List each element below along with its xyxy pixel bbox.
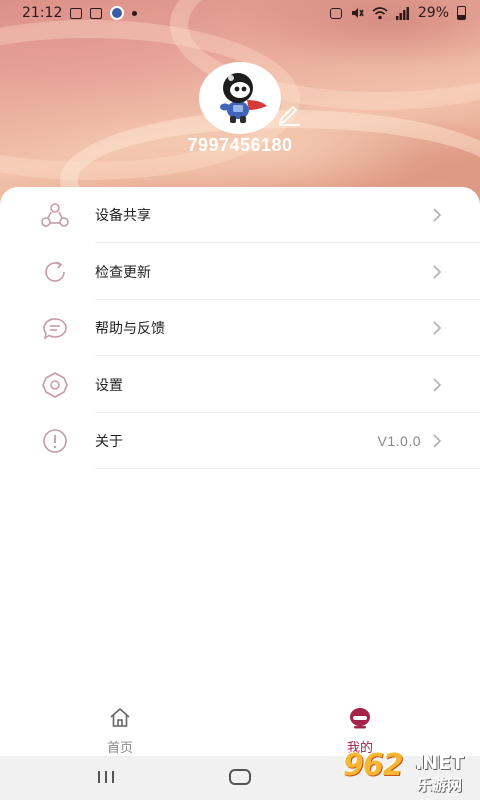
divider xyxy=(95,468,480,469)
menu-item-device-share[interactable]: 设备共享 xyxy=(0,187,480,243)
signal-icon xyxy=(395,6,409,20)
info-icon xyxy=(43,429,67,453)
divider xyxy=(95,242,480,243)
app-icon xyxy=(110,6,125,20)
menu-item-label: 设备共享 xyxy=(95,208,151,224)
home-icon xyxy=(110,708,130,727)
menu-item-label: 设置 xyxy=(95,378,123,394)
recent-apps-icon[interactable] xyxy=(97,770,115,784)
status-bar: 21:12 29% xyxy=(0,0,480,26)
chevron-right-icon xyxy=(433,321,442,335)
status-time: 21:12 xyxy=(22,5,63,21)
menu-item-help-feedback[interactable]: 帮助与反馈 xyxy=(0,300,480,356)
divider xyxy=(95,355,480,356)
watermark-logo: 962 .NET 乐游网 xyxy=(343,748,475,796)
chevron-right-icon xyxy=(433,434,442,448)
chevron-right-icon xyxy=(433,265,442,279)
profile-icon xyxy=(350,708,370,729)
chevron-right-icon xyxy=(433,378,442,392)
battery-icon xyxy=(457,6,466,20)
watermark-suffix: .NET xyxy=(415,752,465,774)
astronaut-avatar-icon xyxy=(220,73,267,123)
message-icon xyxy=(43,318,67,340)
watermark-digits: 962 xyxy=(343,748,404,783)
menu-item-check-update[interactable]: 检查更新 xyxy=(0,244,480,300)
menu-item-label: 检查更新 xyxy=(95,265,151,281)
menu-item-settings[interactable]: 设置 xyxy=(0,357,480,413)
battery-percent: 29% xyxy=(417,5,449,21)
share-devices-icon xyxy=(41,203,69,227)
menu-item-about[interactable]: 关于 V1.0.0 xyxy=(0,413,480,469)
avatar[interactable] xyxy=(199,62,281,134)
menu-card: 设备共享 检查更新 帮助与反馈 设置 关于 V1.0.0 xyxy=(0,187,480,707)
home-button-icon[interactable] xyxy=(229,769,251,785)
watermark-text: 乐游网 xyxy=(417,776,463,794)
dot-icon xyxy=(132,10,138,16)
gallery-icon xyxy=(70,7,83,19)
tab-label: 首页 xyxy=(106,741,133,756)
refresh-icon xyxy=(45,261,65,282)
menu-item-label: 关于 xyxy=(95,434,123,450)
mail-icon xyxy=(90,7,103,19)
user-id: 7997456180 xyxy=(187,135,293,155)
app-version: V1.0.0 xyxy=(377,433,421,449)
menu-item-label: 帮助与反馈 xyxy=(95,321,165,337)
wifi-icon xyxy=(372,6,388,19)
chevron-right-icon xyxy=(433,208,442,222)
mute-icon xyxy=(351,8,364,18)
screenshot-icon xyxy=(329,7,342,19)
settings-gear-icon xyxy=(42,372,68,398)
pencil-icon[interactable] xyxy=(276,100,302,126)
tab-home[interactable]: 首页 xyxy=(0,700,240,756)
